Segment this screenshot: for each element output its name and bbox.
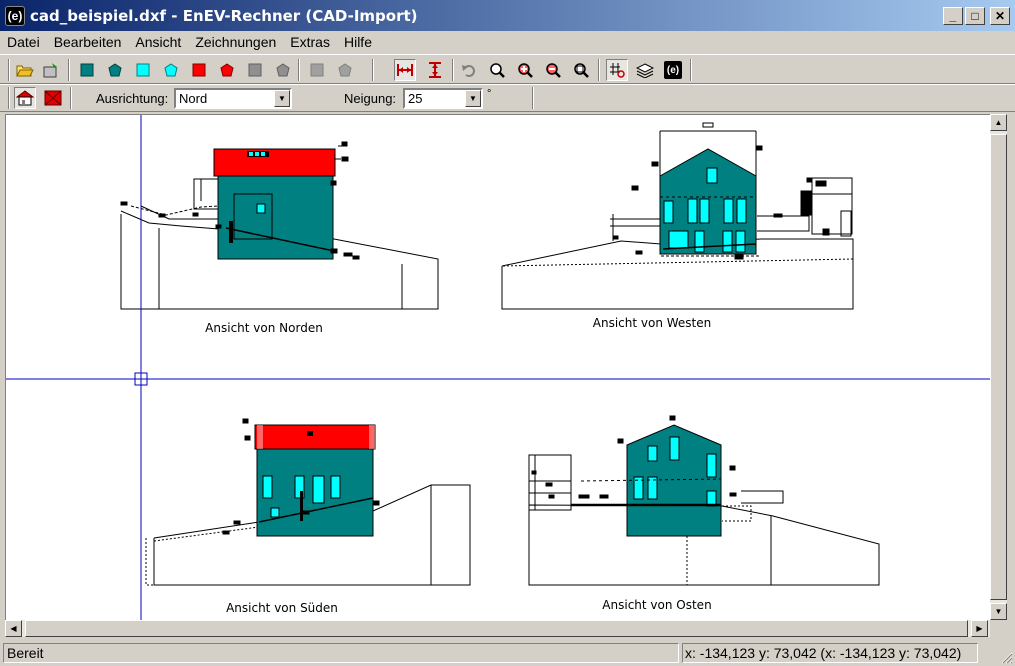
main-toolbar: (e)	[0, 54, 1015, 84]
scroll-corner	[990, 620, 1007, 637]
scroll-right-button[interactable]: ▶	[971, 620, 988, 637]
vertical-measure-icon[interactable]	[424, 59, 446, 81]
house-view-icon[interactable]	[14, 87, 36, 109]
horizontal-measure-icon[interactable]	[394, 59, 416, 81]
cyan-pentagon-icon[interactable]	[160, 59, 182, 81]
orientation-select[interactable]: Nord ▼	[174, 88, 292, 109]
inclination-select[interactable]: 25 ▼	[403, 88, 483, 109]
coordinates-display: x: -134,123 y: 73,042 (x: -134,123 y: 73…	[682, 643, 978, 663]
inclination-label: Neigung:	[344, 91, 397, 106]
toolbar-separator	[298, 59, 300, 81]
toolbar-separator	[68, 59, 70, 81]
open-folder-icon[interactable]	[14, 59, 36, 81]
toolbar-separator	[598, 59, 600, 81]
menu-extras[interactable]: Extras	[283, 34, 337, 50]
close-button[interactable]: ✕	[990, 7, 1010, 25]
vertical-scrollbar[interactable]: ▲ ▼	[990, 114, 1007, 620]
toolbar-separator	[8, 59, 10, 81]
menu-bearbeiten[interactable]: Bearbeiten	[47, 34, 129, 50]
south-house[interactable]	[254, 424, 376, 537]
toolbar-separator	[372, 59, 374, 81]
cad-drawing: Ansicht von Norden Ansicht von Westen An…	[6, 115, 990, 620]
grid-point-icon[interactable]	[606, 59, 628, 81]
zoom-icon[interactable]	[486, 59, 508, 81]
zoom-out-icon[interactable]	[542, 59, 564, 81]
window-title: cad_beispiel.dxf - EnEV-Rechner (CAD-Imp…	[30, 6, 418, 25]
west-house[interactable]	[659, 148, 757, 255]
view-label-west: Ansicht von Westen	[593, 316, 711, 330]
horizontal-scroll-thumb[interactable]	[25, 620, 968, 637]
gray-square-disabled-icon[interactable]	[306, 59, 328, 81]
toolbar-separator	[452, 59, 454, 81]
layers-icon[interactable]	[634, 59, 656, 81]
scroll-down-button[interactable]: ▼	[990, 603, 1007, 620]
options-toolbar: Ausrichtung: Nord ▼ Neigung: 25 ▼ °	[0, 84, 1015, 112]
menu-hilfe[interactable]: Hilfe	[337, 34, 379, 50]
chevron-down-icon[interactable]: ▼	[465, 90, 481, 107]
view-label-east: Ansicht von Osten	[602, 598, 711, 612]
chevron-down-icon[interactable]: ▼	[274, 90, 290, 107]
cyan-square-icon[interactable]	[132, 59, 154, 81]
undo-icon[interactable]	[458, 59, 480, 81]
toolbar-separator	[8, 87, 10, 109]
title-bar: (e) cad_beispiel.dxf - EnEV-Rechner (CAD…	[0, 0, 1015, 31]
toolbar-separator	[690, 59, 692, 81]
teal-square-icon[interactable]	[76, 59, 98, 81]
enev-logo-label: (e)	[664, 61, 682, 79]
zoom-in-icon[interactable]	[514, 59, 536, 81]
red-square-icon[interactable]	[188, 59, 210, 81]
gray-pentagon-disabled-icon[interactable]	[334, 59, 356, 81]
teal-pentagon-icon[interactable]	[104, 59, 126, 81]
toolbar-separator	[70, 87, 72, 109]
menu-ansicht[interactable]: Ansicht	[128, 34, 188, 50]
scroll-left-button[interactable]: ◀	[5, 620, 22, 637]
app-icon[interactable]: (e)	[5, 5, 25, 26]
scroll-up-button[interactable]: ▲	[990, 114, 1007, 131]
north-house[interactable]	[213, 148, 336, 260]
menu-zeichnungen[interactable]: Zeichnungen	[188, 34, 283, 50]
minimize-button[interactable]: _	[943, 7, 963, 25]
drawing-canvas[interactable]: Ansicht von Norden Ansicht von Westen An…	[5, 114, 990, 620]
orientation-label: Ausrichtung:	[96, 91, 169, 106]
menu-bar: Datei Bearbeiten Ansicht Zeichnungen Ext…	[0, 31, 1015, 53]
view-label-north: Ansicht von Norden	[205, 321, 323, 335]
inclination-value: 25	[408, 91, 423, 106]
degree-unit: °	[487, 88, 492, 100]
save-icon[interactable]	[40, 59, 62, 81]
status-bar: Bereit x: -134,123 y: 73,042 (x: -134,12…	[0, 641, 1015, 666]
gray-square-icon[interactable]	[244, 59, 266, 81]
gray-pentagon-icon[interactable]	[272, 59, 294, 81]
menu-datei[interactable]: Datei	[0, 34, 47, 50]
status-text: Bereit	[3, 643, 679, 663]
resize-grip-icon[interactable]	[1001, 652, 1013, 664]
orientation-value: Nord	[179, 91, 208, 106]
vertical-scroll-thumb[interactable]	[990, 134, 1007, 600]
maximize-button[interactable]: □	[965, 7, 985, 25]
roof-view-icon[interactable]	[42, 87, 64, 109]
toolbar-separator	[532, 87, 534, 109]
east-house[interactable]	[571, 424, 722, 537]
red-pentagon-icon[interactable]	[216, 59, 238, 81]
enev-logo-icon[interactable]: (e)	[662, 59, 684, 81]
zoom-fit-icon[interactable]	[570, 59, 592, 81]
horizontal-scrollbar[interactable]: ◀ ▶	[5, 620, 990, 637]
view-label-south: Ansicht von Süden	[226, 601, 338, 615]
